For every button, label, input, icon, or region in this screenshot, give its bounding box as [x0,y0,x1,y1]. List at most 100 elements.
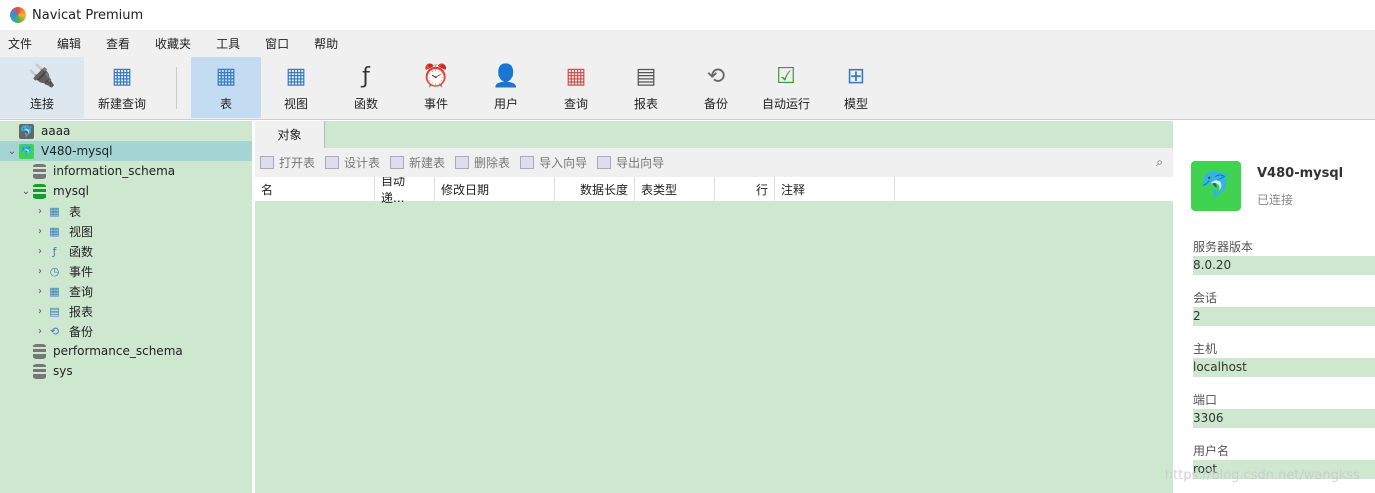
toolbar-function-button[interactable]: ƒ 函数 [331,57,401,118]
plug-icon: 🔌 [28,63,56,89]
tree-item[interactable]: sys [0,361,252,381]
column-header[interactable]: 数据长度 [555,177,635,201]
chevron-down-icon[interactable]: ⌄ [19,186,33,197]
connection-status: 已连接 [1257,193,1294,207]
column-header[interactable]: 名 [255,177,375,201]
button-label: 导出向导 [616,156,665,170]
navicat-logo-icon [10,7,26,23]
object-toolbar-button[interactable]: 删除表 [455,154,510,171]
column-header[interactable]: 表类型 [635,177,715,201]
toolbar-label: 事件 [423,97,448,111]
object-toolbar-button[interactable]: 导出向导 [597,154,664,171]
toolbar-automation-button[interactable]: ☑ 自动运行 [751,57,821,118]
info-property: 主机 localhost [1193,340,1375,377]
tree-item[interactable]: ⌄ mysql [0,181,252,201]
chevron-right-icon[interactable]: › [33,306,47,317]
tree-item[interactable]: › ⟲ 备份 [0,321,252,341]
tree-item[interactable]: › ▤ 报表 [0,301,252,321]
menu-item[interactable]: 帮助 [314,35,338,52]
property-value: 2 [1193,307,1375,326]
column-header[interactable]: 修改日期 [435,177,555,201]
tree-item[interactable]: performance_schema [0,341,252,361]
toolbar-table-button[interactable]: ▦ 表 [191,57,261,118]
chevron-right-icon[interactable]: › [33,266,47,277]
info-property: 端口 3306 [1193,391,1375,428]
table-action-icon [597,156,612,169]
column-header[interactable]: 注释 [775,177,895,201]
menu-bar: 文件 编辑 查看 收藏夹 工具 窗口 帮助 [0,30,1375,57]
new-query-button[interactable]: ▦ 新建查询 [84,57,160,118]
object-toolbar-button[interactable]: 导入向导 [520,154,587,171]
database-icon [33,163,46,179]
tree-item[interactable]: › ▦ 视图 [0,221,252,241]
property-label: 端口 [1193,393,1218,407]
mysql-dolphin-icon: 🐬 [1191,161,1241,211]
table-action-icon [260,156,274,169]
navigation-tree: 🐬 aaaa ⌄ 🐬 V480-mysql information_schema ⌄ mysq… [0,121,252,493]
connection-icon: 🐬 [19,143,34,159]
toolbar-separator [176,67,177,109]
menu-item[interactable]: 编辑 [57,35,81,52]
database-icon [33,183,46,199]
chevron-right-icon[interactable]: › [33,246,47,257]
search-icon[interactable]: ⌕ [1156,155,1163,170]
report-icon: ▤ [49,304,60,318]
app-title: Navicat Premium [32,7,144,23]
tree-item[interactable]: › ƒ 函数 [0,241,252,261]
tree-item-label: 表 [69,204,82,219]
toolbar-view-button[interactable]: ▦ 视图 [261,57,331,118]
table-action-icon [390,156,405,169]
query-icon: ▦ [565,63,587,89]
property-label: 用户名 [1193,444,1230,458]
object-toolbar-button[interactable]: 新建表 [390,154,445,171]
toolbar-label: 表 [219,97,232,111]
menu-item[interactable]: 查看 [106,35,130,52]
toolbar-event-clock-button[interactable]: ⏰ 事件 [401,57,471,118]
toolbar-backup-button[interactable]: ⟲ 备份 [681,57,751,118]
tree-item[interactable]: › ▦ 查询 [0,281,252,301]
tree-item[interactable]: › ◷ 事件 [0,261,252,281]
object-toolbar-button[interactable]: 打开表 [260,154,315,171]
query-icon: ▦ [49,284,60,298]
table-icon: ▦ [215,63,237,89]
menu-item[interactable]: 工具 [216,35,240,52]
column-header[interactable]: 自动递... [375,174,435,205]
model-icon: ⊞ [846,63,866,89]
property-value: localhost [1193,358,1375,377]
function-icon: ƒ [52,244,57,258]
title-bar: Navicat Premium [0,0,1375,30]
chevron-right-icon[interactable]: › [33,286,47,297]
event-icon: ◷ [49,264,60,278]
property-value: 8.0.20 [1193,256,1375,275]
connect-button[interactable]: 🔌 连接 [0,57,84,118]
tree-item[interactable]: ⌄ 🐬 V480-mysql [0,141,252,161]
tree-item-label: 函数 [69,244,94,259]
toolbar-label: 模型 [843,97,868,111]
tree-item[interactable]: information_schema [0,161,252,181]
tree-item[interactable]: › ▦ 表 [0,201,252,221]
connection-name: V480-mysql [1257,166,1344,181]
tab-objects[interactable]: 对象 [255,121,325,148]
toolbar-query-button[interactable]: ▦ 查询 [541,57,611,118]
chevron-right-icon[interactable]: › [33,326,47,337]
object-toolbar-button[interactable]: 设计表 [325,154,380,171]
report-icon: ▤ [635,63,657,89]
menu-item[interactable]: 收藏夹 [155,35,191,52]
chevron-down-icon[interactable]: ⌄ [5,146,19,157]
toolbar-report-button[interactable]: ▤ 报表 [611,57,681,118]
table-action-icon [325,156,340,169]
tree-item[interactable]: 🐬 aaaa [0,121,252,141]
menu-item[interactable]: 文件 [8,35,32,52]
toolbar-user-button[interactable]: 👤 用户 [471,57,541,118]
menu-item[interactable]: 窗口 [265,35,289,52]
database-icon [33,343,46,359]
toolbar-label: 报表 [633,97,658,111]
connection-info-panel: 🐬 V480-mysql 已连接 服务器版本 8.0.20 会话 2 主机 localho… [1177,121,1375,493]
chevron-right-icon[interactable]: › [33,226,47,237]
tree-item-label: aaaa [41,124,71,138]
tree-item-label: 视图 [69,224,94,239]
object-toolbar: ⌕ 打开表 设计表 新建表 删除表 导入向导 导出向导 [255,148,1173,177]
column-header[interactable]: 行 [715,177,775,201]
chevron-right-icon[interactable]: › [33,206,47,217]
toolbar-model-button[interactable]: ⊞ 模型 [821,57,891,118]
